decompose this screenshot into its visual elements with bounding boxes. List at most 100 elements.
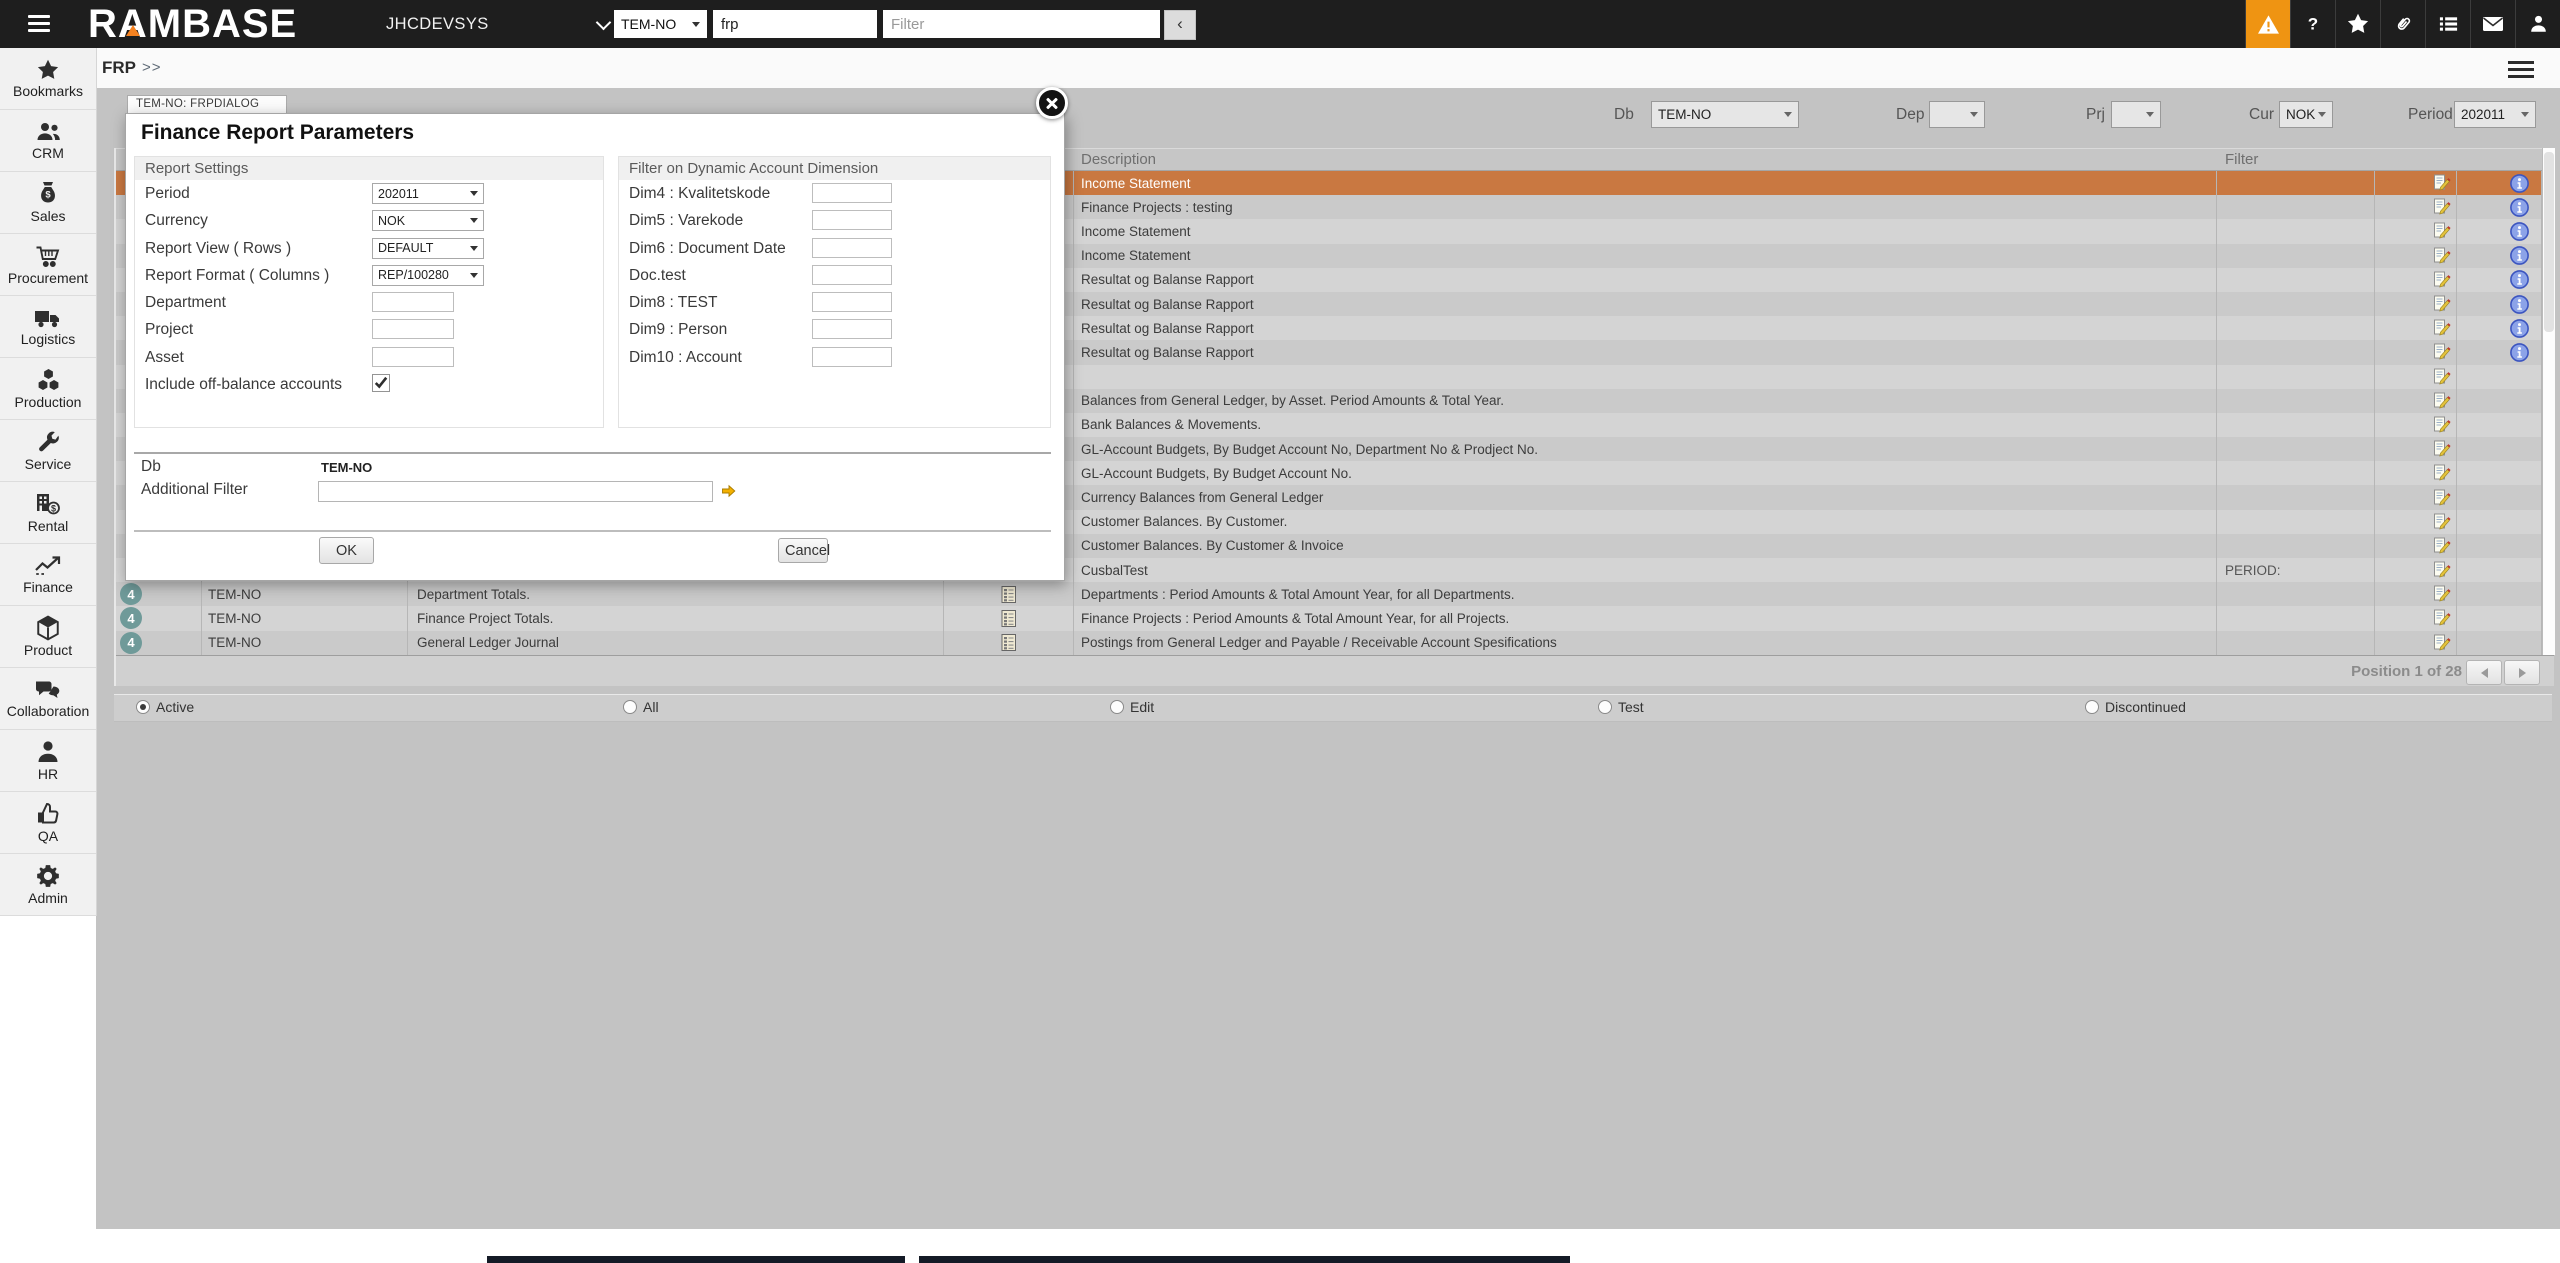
edit-icon[interactable] [2433, 247, 2451, 265]
include-off-balance-checkbox[interactable] [372, 374, 390, 393]
topbar-paperclip-button[interactable] [2380, 0, 2425, 48]
sidebar-item-collaboration[interactable]: Collaboration [0, 668, 96, 730]
sidebar-item-hr[interactable]: HR [0, 730, 96, 792]
info-icon[interactable] [2510, 173, 2529, 193]
sidebar-item-service[interactable]: Service [0, 420, 96, 482]
topbar-user-button[interactable] [2515, 0, 2560, 48]
info-icon[interactable] [2510, 270, 2529, 290]
dep-select[interactable] [1929, 101, 1985, 128]
project-field[interactable] [372, 319, 454, 340]
dimension-filter-field[interactable] [812, 183, 892, 203]
table-row[interactable]: 4 TEM-NO Finance Project Totals. Finance Pr… [116, 606, 2554, 631]
edit-icon[interactable] [2433, 513, 2451, 531]
sidebar-item-finance[interactable]: Finance [0, 544, 96, 606]
rambase-logo[interactable]: RAMBASE [88, 0, 297, 48]
program-search-input[interactable] [713, 10, 877, 38]
edit-icon[interactable] [2433, 271, 2451, 289]
prj-select[interactable] [2111, 101, 2161, 128]
table-row[interactable]: 4 TEM-NO Department Totals. Departments : P… [116, 582, 2554, 607]
sidebar-item-rental[interactable]: $ Rental [0, 482, 96, 544]
topbar-mail-button[interactable] [2470, 0, 2515, 48]
table-row[interactable]: 4 TEM-NO General Ledger Journal Postings fr… [116, 630, 2554, 655]
sidebar-item-logistics[interactable]: Logistics [0, 296, 96, 358]
info-icon[interactable] [2510, 222, 2529, 241]
status-radio-edit[interactable]: Edit [1110, 699, 1154, 715]
grid-icon[interactable] [999, 585, 1019, 604]
ok-button[interactable]: OK [319, 537, 374, 564]
edit-icon[interactable] [2433, 489, 2451, 507]
system-name[interactable]: JHCDEVSYS [386, 0, 489, 48]
cur-select[interactable]: NOK [2279, 101, 2333, 128]
table-scrollbar[interactable] [2542, 148, 2555, 655]
dimension-filter-field[interactable] [812, 292, 892, 313]
dimension-filter-field[interactable] [812, 346, 892, 367]
edit-icon[interactable] [2433, 440, 2451, 458]
grid-icon[interactable] [999, 609, 1019, 628]
edit-icon[interactable] [2433, 319, 2451, 337]
topbar-help-button[interactable]: ? [2290, 0, 2335, 48]
edit-icon[interactable] [2433, 392, 2451, 410]
chevron-down-icon[interactable] [595, 14, 612, 31]
sidebar-item-qa[interactable]: QA [0, 792, 96, 854]
edit-icon[interactable] [2433, 609, 2451, 627]
dialog-close-button[interactable] [1036, 87, 1068, 119]
sidebar-item-crm[interactable]: CRM [0, 110, 96, 172]
filter-helper-arrow-icon[interactable] [721, 484, 736, 503]
info-icon[interactable] [2510, 318, 2529, 338]
previous-page-button[interactable] [2466, 660, 2502, 685]
department-field[interactable] [372, 292, 454, 313]
info-icon[interactable] [2510, 197, 2529, 217]
asset-field[interactable] [372, 346, 454, 367]
sidebar-item-sales[interactable]: $ Sales [0, 172, 96, 234]
status-radio-active[interactable]: Active [136, 699, 194, 715]
status-radio-all[interactable]: All [623, 699, 659, 715]
edit-icon[interactable] [2433, 174, 2451, 192]
status-radio-discontinued[interactable]: Discontinued [2085, 699, 2186, 715]
db-select[interactable]: TEM-NO [1651, 101, 1799, 128]
dialog-tab[interactable]: TEM-NO: FRPDIALOG [127, 95, 287, 114]
sidebar-item-product[interactable]: Product [0, 606, 96, 668]
collapse-button[interactable]: ‹ [1164, 10, 1196, 40]
cancel-button[interactable]: Cancel [778, 538, 830, 563]
dimension-filter-field[interactable] [812, 237, 892, 258]
period-select[interactable]: 202011 [372, 183, 484, 204]
topbar-star-button[interactable] [2335, 0, 2380, 48]
sidebar-item-admin[interactable]: Admin [0, 854, 96, 916]
info-icon[interactable] [2510, 343, 2529, 362]
period-select[interactable]: 202011 [2454, 101, 2536, 128]
edit-icon[interactable] [2433, 537, 2451, 555]
edit-icon[interactable] [2433, 416, 2451, 434]
grid-icon[interactable] [999, 633, 1019, 652]
edit-icon[interactable] [2433, 295, 2451, 313]
menu-icon[interactable] [28, 15, 52, 33]
additional-filter-input[interactable] [318, 481, 713, 502]
info-icon[interactable] [2510, 246, 2529, 266]
edit-icon[interactable] [2433, 634, 2451, 652]
topbar-alert-button[interactable] [2245, 0, 2290, 48]
context-menu-icon[interactable] [2508, 61, 2534, 82]
edit-icon[interactable] [2433, 585, 2451, 603]
edit-icon[interactable] [2433, 464, 2451, 482]
report-select[interactable]: DEFAULT [372, 237, 484, 259]
info-icon[interactable] [2510, 294, 2529, 314]
dimension-filter-field[interactable] [812, 319, 892, 340]
breadcrumb[interactable]: FRP [102, 58, 136, 78]
edit-icon[interactable] [2433, 368, 2451, 386]
report-select[interactable]: REP/100280 [372, 264, 484, 286]
edit-icon[interactable] [2433, 198, 2451, 216]
sidebar-item-production[interactable]: Production [0, 358, 96, 420]
topbar-list-button[interactable] [2425, 0, 2470, 48]
target-db-select[interactable]: TEM-NO [614, 10, 707, 38]
filter-input[interactable] [883, 10, 1160, 38]
currency-select[interactable]: NOK [372, 210, 484, 232]
dimension-filter-field[interactable] [812, 210, 892, 231]
status-radio-test[interactable]: Test [1598, 699, 1644, 715]
sidebar-item-procurement[interactable]: Procurement [0, 234, 96, 296]
edit-icon[interactable] [2433, 343, 2451, 361]
edit-icon[interactable] [2433, 561, 2451, 579]
dimension-filter-field[interactable] [812, 264, 892, 285]
next-page-button[interactable] [2504, 660, 2540, 685]
scrollbar-thumb[interactable] [2544, 152, 2554, 332]
edit-icon[interactable] [2433, 222, 2451, 240]
sidebar-item-bookmarks[interactable]: Bookmarks [0, 48, 96, 110]
